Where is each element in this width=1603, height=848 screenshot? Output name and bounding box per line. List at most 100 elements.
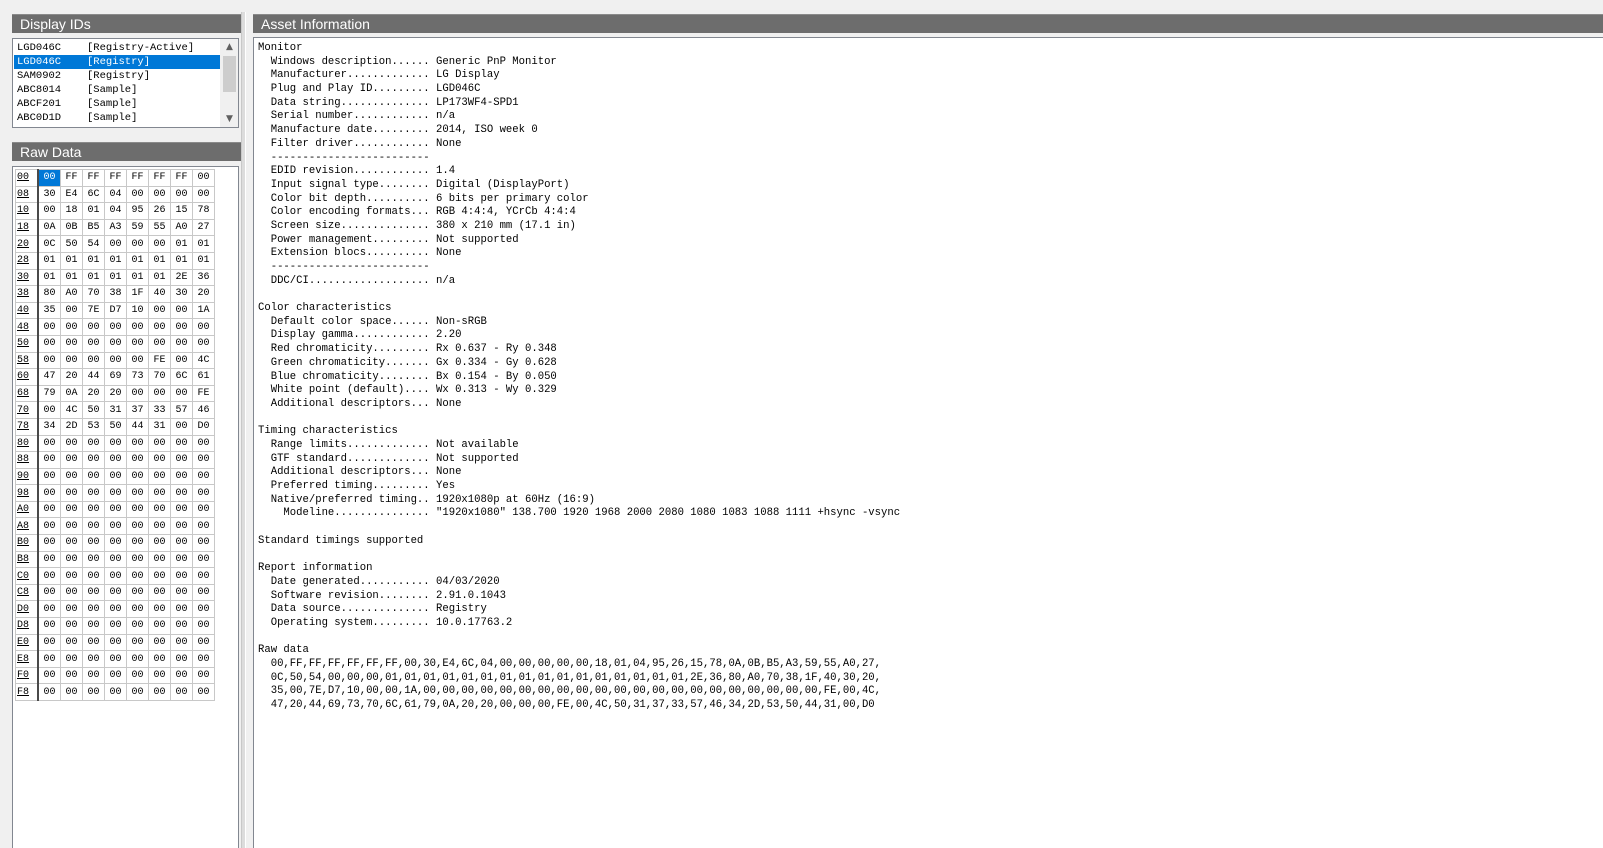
raw-data-byte[interactable]: 40 (148, 285, 171, 303)
raw-data-byte[interactable]: 01 (82, 202, 105, 220)
raw-data-byte[interactable]: 00 (126, 633, 149, 652)
raw-data-byte[interactable]: 04 (104, 185, 127, 204)
raw-data-byte[interactable]: 00 (192, 185, 215, 204)
raw-data-byte[interactable]: 00 (37, 600, 61, 619)
raw-data-byte[interactable]: 00 (192, 666, 215, 685)
raw-data-byte[interactable]: 00 (126, 351, 149, 370)
raw-data-byte[interactable]: 50 (60, 235, 83, 253)
raw-data-byte[interactable]: 0C (37, 235, 61, 253)
raw-data-byte[interactable]: 00 (170, 384, 193, 403)
raw-data-byte[interactable]: 0A (37, 218, 61, 237)
raw-data-byte[interactable]: 00 (148, 334, 171, 353)
raw-data-byte[interactable]: 00 (170, 500, 193, 519)
raw-data-byte[interactable]: 00 (148, 185, 171, 204)
raw-data-byte[interactable]: 00 (192, 583, 215, 602)
raw-data-byte[interactable]: B5 (82, 218, 105, 237)
raw-data-byte[interactable]: 00 (104, 534, 127, 552)
raw-data-byte[interactable]: 15 (170, 202, 193, 220)
raw-data-byte[interactable]: 00 (126, 666, 149, 685)
raw-data-byte[interactable]: 00 (126, 500, 149, 519)
raw-data-byte[interactable]: 00 (170, 351, 193, 370)
raw-data-byte[interactable]: 00 (126, 484, 149, 502)
scrollbar-thumb[interactable] (223, 56, 236, 92)
raw-data-byte[interactable]: 00 (104, 650, 127, 668)
raw-data-byte[interactable]: 20 (192, 285, 215, 303)
raw-data-byte[interactable]: 00 (60, 666, 83, 685)
raw-data-byte[interactable]: 00 (104, 235, 127, 253)
raw-data-byte[interactable]: 00 (82, 318, 105, 336)
raw-data-byte[interactable]: 00 (170, 301, 193, 320)
raw-data-byte[interactable]: 00 (192, 567, 215, 585)
raw-data-byte[interactable]: 00 (148, 633, 171, 652)
raw-data-byte[interactable]: 00 (60, 301, 83, 320)
raw-data-byte[interactable]: 00 (82, 484, 105, 502)
raw-data-byte[interactable]: 50 (82, 401, 105, 419)
raw-data-byte[interactable]: FF (126, 169, 149, 187)
raw-data-byte[interactable]: 00 (126, 567, 149, 585)
raw-data-byte[interactable]: 00 (192, 650, 215, 668)
raw-data-byte[interactable]: 00 (37, 517, 61, 536)
raw-data-byte[interactable]: 00 (170, 600, 193, 619)
raw-data-byte[interactable]: 4C (192, 351, 215, 370)
raw-data-byte[interactable]: 00 (126, 434, 149, 453)
raw-data-byte[interactable]: 00 (192, 517, 215, 536)
raw-data-byte[interactable]: 01 (37, 251, 61, 270)
raw-data-byte[interactable]: 00 (37, 650, 61, 668)
raw-data-byte[interactable]: 69 (104, 368, 127, 386)
raw-data-byte[interactable]: 00 (104, 451, 127, 469)
raw-data-byte[interactable]: 00 (170, 484, 193, 502)
raw-data-byte[interactable]: 00 (148, 500, 171, 519)
raw-data-byte[interactable]: 0A (60, 384, 83, 403)
raw-data-byte[interactable]: 00 (170, 467, 193, 486)
raw-data-byte[interactable]: 00 (192, 334, 215, 353)
raw-data-byte[interactable]: 00 (82, 683, 105, 701)
raw-data-byte[interactable]: 1F (126, 285, 149, 303)
raw-data-byte[interactable]: 01 (60, 268, 83, 287)
raw-data-byte[interactable]: 00 (60, 567, 83, 585)
raw-data-byte[interactable]: 00 (104, 550, 127, 569)
raw-data-byte[interactable]: 00 (192, 683, 215, 701)
raw-data-byte[interactable]: 00 (82, 666, 105, 685)
raw-data-byte[interactable]: 00 (37, 334, 61, 353)
raw-data-byte[interactable]: 1A (192, 301, 215, 320)
raw-data-byte[interactable]: 00 (104, 666, 127, 685)
raw-data-byte[interactable]: 00 (170, 334, 193, 353)
raw-data-byte[interactable]: 00 (148, 467, 171, 486)
display-ids-listbox[interactable]: LGD046C [Registry-Active] LGD046C [Registry… (12, 38, 239, 128)
raw-data-byte[interactable]: 20 (82, 384, 105, 403)
raw-data-byte[interactable]: 59 (126, 218, 149, 237)
raw-data-byte[interactable]: 00 (104, 318, 127, 336)
raw-data-byte[interactable]: 00 (82, 550, 105, 569)
raw-data-byte[interactable]: 00 (192, 169, 215, 187)
raw-data-byte[interactable]: 53 (82, 417, 105, 436)
raw-data-byte[interactable]: 01 (148, 268, 171, 287)
raw-data-byte[interactable]: 00 (170, 650, 193, 668)
display-id-item[interactable]: ABC0D1D [Sample] (14, 111, 222, 125)
raw-data-byte[interactable]: 38 (104, 285, 127, 303)
raw-data-byte[interactable]: 00 (60, 683, 83, 701)
raw-data-byte[interactable]: 00 (148, 617, 171, 635)
raw-data-byte[interactable]: 00 (60, 351, 83, 370)
raw-data-byte[interactable]: 00 (60, 550, 83, 569)
raw-data-byte[interactable]: 01 (170, 251, 193, 270)
raw-data-byte[interactable]: 00 (82, 617, 105, 635)
raw-data-byte[interactable]: 01 (192, 251, 215, 270)
raw-data-byte[interactable]: 4C (60, 401, 83, 419)
raw-data-byte[interactable]: 00 (148, 567, 171, 585)
panel-splitter[interactable] (241, 12, 246, 848)
raw-data-byte[interactable]: 00 (82, 434, 105, 453)
raw-data-byte[interactable]: 44 (82, 368, 105, 386)
raw-data-byte[interactable]: 01 (82, 268, 105, 287)
raw-data-byte[interactable]: 00 (126, 600, 149, 619)
raw-data-byte[interactable]: 34 (37, 417, 61, 436)
chevron-down-icon[interactable]: ▼ (221, 111, 238, 127)
raw-data-byte[interactable]: 01 (170, 235, 193, 253)
raw-data-byte[interactable]: 00 (104, 517, 127, 536)
raw-data-byte[interactable]: 00 (60, 517, 83, 536)
raw-data-byte[interactable]: 00 (37, 434, 61, 453)
asset-info-textbox[interactable]: Monitor Windows description...... Generi… (253, 37, 1603, 848)
display-id-item[interactable]: ABCF201 [Sample] (14, 97, 222, 111)
raw-data-byte[interactable]: 00 (60, 434, 83, 453)
raw-data-byte[interactable]: 00 (37, 467, 61, 486)
raw-data-byte[interactable]: 00 (82, 517, 105, 536)
